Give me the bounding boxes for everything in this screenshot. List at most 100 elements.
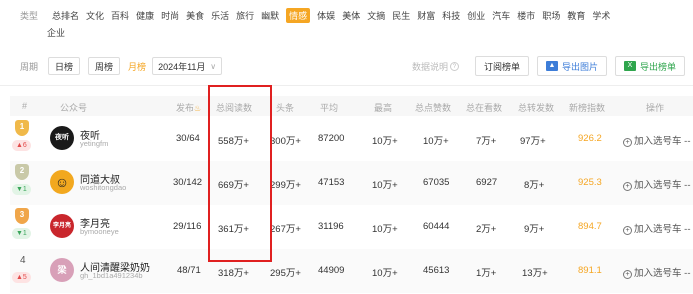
category-startup[interactable]: 创业 [467, 9, 485, 22]
plus-icon: + [623, 138, 632, 147]
total-watching: 6927 [476, 177, 498, 188]
period-label: 周期 [20, 61, 39, 72]
rank-change-badge: ▼1 [12, 184, 31, 195]
rank-medal: 2 [15, 164, 29, 180]
header-total-reads[interactable]: 总阅读数 [216, 101, 252, 114]
total-watching: 2万+ [476, 224, 497, 235]
category-academic[interactable]: 学术 [592, 9, 610, 22]
category-lifestyle[interactable]: 乐活 [211, 9, 229, 22]
category-beauty[interactable]: 美体 [342, 9, 360, 22]
add-to-cart-label: 加入选号车 [634, 268, 682, 279]
category-culture[interactable]: 文化 [86, 9, 104, 22]
total-shares: 13万+ [522, 268, 548, 279]
header-action: 操作 [646, 103, 665, 113]
export-image-button[interactable]: ▲ 导出图片 [536, 56, 607, 76]
total-watching: 7万+ [476, 136, 497, 147]
fire-icon: ♨ [194, 104, 202, 113]
category-digest[interactable]: 文摘 [367, 9, 385, 22]
category-filter-row-2: 企业 [47, 26, 72, 39]
export-image-label: 导出图片 [561, 61, 598, 72]
excel-icon: X [623, 61, 636, 71]
add-to-cart-button[interactable]: + 加入选号车 -- [623, 177, 690, 191]
account-id: yetingfm [80, 139, 109, 148]
subscribe-button[interactable]: 订阅榜单 [474, 56, 529, 76]
total-shares: 9万+ [524, 224, 545, 235]
data-note-link[interactable]: 数据说明 ? [412, 60, 459, 73]
category-entertainment[interactable]: 体娱 [317, 9, 335, 22]
avatar[interactable]: 梁 [50, 258, 74, 282]
headline-reads: 267万+ [270, 224, 301, 235]
average-reads: 31196 [318, 221, 344, 232]
plus-icon: + [623, 226, 632, 235]
category-overall[interactable]: 总排名 [52, 9, 79, 22]
category-auto[interactable]: 汽车 [492, 9, 510, 22]
max-reads: 10万+ [372, 268, 398, 279]
category-tech[interactable]: 科技 [442, 9, 460, 22]
header-rank: # [22, 101, 28, 111]
weekly-tab[interactable]: 周榜 [88, 57, 121, 75]
category-livelihood[interactable]: 民生 [392, 9, 410, 22]
average-reads: 87200 [318, 133, 345, 144]
monthly-tab[interactable]: 月榜 [128, 57, 150, 75]
category-emotion[interactable]: 情感 [286, 8, 311, 23]
header-published[interactable]: 发布♨ [176, 101, 201, 114]
max-reads: 10万+ [372, 136, 398, 147]
header-index[interactable]: 新榜指数 [569, 101, 605, 114]
rank-change-badge: ▼1 [12, 228, 31, 239]
export-list-label: 导出榜单 [639, 61, 676, 72]
total-likes: 10万+ [423, 136, 449, 147]
avatar[interactable]: ☺ [50, 170, 74, 194]
index-score: 925.3 [578, 177, 602, 188]
header-total-watching[interactable]: 总在看数 [466, 101, 502, 114]
category-realestate[interactable]: 楼市 [517, 9, 535, 22]
category-travel[interactable]: 旅行 [236, 9, 254, 22]
account-id: woshitongdao [80, 183, 127, 192]
category-health[interactable]: 健康 [136, 9, 154, 22]
category-food[interactable]: 美食 [186, 9, 204, 22]
export-list-button[interactable]: X 导出榜单 [614, 56, 685, 76]
divider [0, 85, 693, 86]
published-count: 48/71 [177, 265, 201, 276]
header-max[interactable]: 最高 [374, 101, 392, 114]
add-to-cart-label: 加入选号车 [634, 180, 682, 191]
account-id: bymooneye [80, 227, 119, 236]
category-wealth[interactable]: 财富 [417, 9, 435, 22]
add-to-cart-button[interactable]: + 加入选号车 -- [623, 133, 690, 147]
add-to-cart-label: 加入选号车 [634, 224, 682, 235]
daily-tab[interactable]: 日榜 [48, 57, 81, 75]
header-average[interactable]: 平均 [320, 101, 338, 114]
type-label: 类型 [20, 11, 39, 21]
category-fashion[interactable]: 时尚 [161, 9, 179, 22]
add-to-cart-label: 加入选号车 [634, 136, 682, 147]
rank-medal: 1 [15, 120, 29, 136]
total-likes: 60444 [423, 221, 450, 232]
category-education[interactable]: 教育 [567, 9, 585, 22]
header-headline[interactable]: 头条 [276, 101, 294, 114]
month-select-value: 2024年11月 [158, 61, 206, 72]
table-row: 4 ▲5 梁 人间清醒梁奶奶 gh_1bd1a491234b 48/71 318… [10, 249, 693, 293]
add-to-cart-button[interactable]: + 加入选号车 -- [623, 265, 690, 279]
header-total-shares[interactable]: 总转发数 [518, 101, 554, 114]
period-bar: 周期 日榜 周榜 月榜 2024年11月 ∨ 数据说明 ? 订阅榜单 ▲ 导出图… [20, 55, 685, 77]
category-encyclopedia[interactable]: 百科 [111, 9, 129, 22]
total-likes: 45613 [423, 265, 450, 276]
total-shares: 97万+ [520, 136, 546, 147]
total-watching: 1万+ [476, 268, 497, 279]
total-reads: 558万+ [218, 136, 249, 147]
index-score: 926.2 [578, 133, 602, 144]
header-total-likes[interactable]: 总点赞数 [415, 101, 451, 114]
total-reads: 669万+ [218, 180, 249, 191]
index-score: 891.1 [578, 265, 602, 276]
avatar[interactable]: 李月亮 [50, 214, 74, 238]
category-career[interactable]: 职场 [542, 9, 560, 22]
add-to-cart-button[interactable]: + 加入选号车 -- [623, 221, 690, 235]
avatar[interactable]: 夜听 [50, 126, 74, 150]
chevron-down-icon: ∨ [210, 61, 217, 71]
average-reads: 47153 [318, 177, 345, 188]
month-select[interactable]: 2024年11月 ∨ [152, 57, 223, 75]
category-enterprise[interactable]: 企业 [47, 26, 65, 39]
total-shares: 8万+ [524, 180, 545, 191]
category-humor[interactable]: 幽默 [261, 9, 279, 22]
table-row: 2 ▼1 ☺ 同道大叔 woshitongdao 30/142 669万+ 29… [10, 161, 693, 205]
category-filter-row: 类型 总排名 文化 百科 健康 时尚 美食 乐活 旅行 幽默 情感 体娱 美体 … [20, 8, 617, 23]
